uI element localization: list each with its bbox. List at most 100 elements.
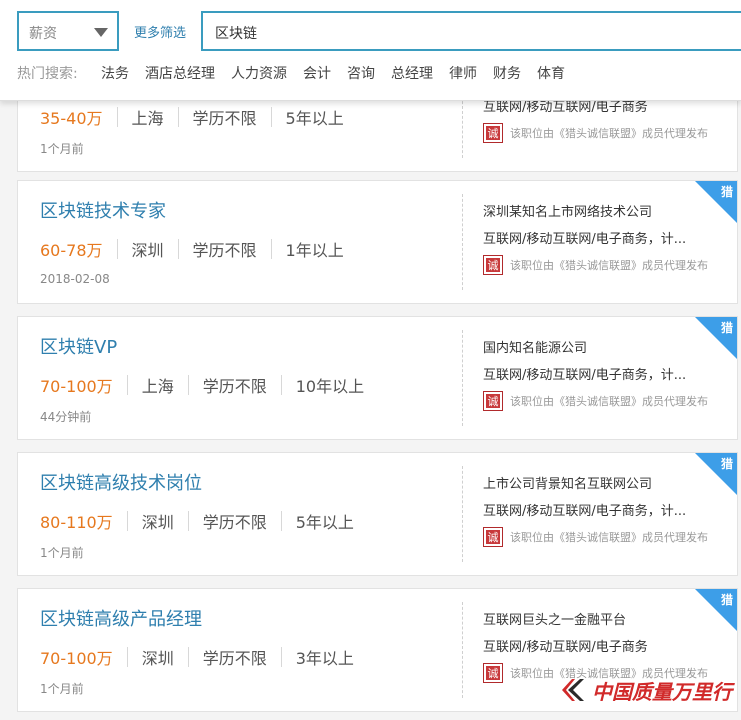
hot-search-item[interactable]: 咨询 xyxy=(347,63,375,83)
job-industry: 互联网/移动互联网/电子商务 xyxy=(483,640,648,655)
job-company[interactable]: 上市公司背景知名互联网公司 xyxy=(483,473,652,492)
watermark-brand: 中国质量万里行 xyxy=(592,679,732,704)
job-salary: 60-78万 xyxy=(40,241,103,260)
job-city: 上海 xyxy=(131,109,164,128)
chevron-down-icon[interactable] xyxy=(94,28,108,37)
hot-search-label: 热门搜索: xyxy=(17,66,78,82)
job-salary: 80-110万 xyxy=(40,513,113,532)
agent-notice: 诚 该职位由《猎头诚信联盟》成员代理发布 xyxy=(483,255,708,275)
hot-search-item[interactable]: 会计 xyxy=(303,63,331,83)
headhunter-badge-label: 猎 xyxy=(720,457,733,471)
meta-divider xyxy=(187,511,189,531)
job-company[interactable]: 深圳某知名上市网络技术公司 xyxy=(483,201,652,220)
salary-select-value: 薪资 xyxy=(29,26,57,42)
more-filter-link[interactable]: 更多筛选 xyxy=(134,22,186,41)
hot-search-item[interactable]: 财务 xyxy=(493,63,521,83)
job-salary: 70-100万 xyxy=(40,377,113,396)
job-meta: 70-100万 上海 学历不限 10年以上 xyxy=(40,373,364,397)
job-experience: 3年以上 xyxy=(295,649,354,668)
job-education: 学历不限 xyxy=(192,241,257,260)
credit-seal-icon: 诚 xyxy=(483,255,503,275)
job-company[interactable]: 国内知名能源公司 xyxy=(483,337,587,356)
agent-notice: 诚 该职位由《猎头诚信联盟》成员代理发布 xyxy=(483,391,708,411)
agent-text: 该职位由《猎头诚信联盟》成员代理发布 xyxy=(510,531,708,544)
job-salary: 70-100万 xyxy=(40,649,113,668)
card-divider xyxy=(462,602,464,698)
job-card[interactable]: 区块链高级技术岗位 80-110万 深圳 学历不限 5年以上 1个月前 上市公司… xyxy=(17,452,738,576)
job-title[interactable]: 区块链技术专家 xyxy=(40,197,166,223)
job-title[interactable]: 区块链VP xyxy=(40,333,117,359)
job-education: 学历不限 xyxy=(192,109,257,128)
headhunter-badge-label: 猎 xyxy=(720,321,733,335)
meta-divider xyxy=(280,375,282,395)
meta-divider xyxy=(280,647,282,667)
meta-divider xyxy=(116,239,118,259)
meta-divider xyxy=(126,647,128,667)
credit-seal-icon: 诚 xyxy=(483,391,503,411)
job-city: 深圳 xyxy=(141,649,174,668)
job-post-time: 2018-02-08 xyxy=(40,272,110,286)
brand-logo-icon xyxy=(560,675,590,705)
meta-divider xyxy=(177,107,179,127)
job-card[interactable]: 区块链VP 70-100万 上海 学历不限 10年以上 44分钟前 国内知名能源… xyxy=(17,316,738,440)
job-education: 学历不限 xyxy=(202,513,267,532)
job-meta: 70-100万 深圳 学历不限 3年以上 xyxy=(40,645,354,669)
credit-seal-icon: 诚 xyxy=(483,663,503,683)
agent-text: 该职位由《猎头诚信联盟》成员代理发布 xyxy=(510,127,708,140)
job-post-time: 1个月前 xyxy=(40,142,84,156)
job-city: 深圳 xyxy=(131,241,164,260)
search-input-value: 区块链 xyxy=(215,26,257,42)
hot-search-item[interactable]: 总经理 xyxy=(391,63,433,83)
salary-select[interactable]: 薪资 xyxy=(17,11,119,51)
search-input[interactable]: 区块链 xyxy=(201,11,741,51)
hot-search-item[interactable]: 律师 xyxy=(449,63,477,83)
job-city: 上海 xyxy=(141,377,174,396)
job-industry: 互联网/移动互联网/电子商务，计... xyxy=(483,368,687,383)
job-education: 学历不限 xyxy=(202,649,267,668)
agent-notice: 诚 该职位由《猎头诚信联盟》成员代理发布 xyxy=(483,527,708,547)
search-bar: 薪资 更多筛选 区块链 热门搜索: 法务 酒店总经理 人力资源 会计 咨询 总经… xyxy=(0,0,741,101)
job-card[interactable]: 区块链技术专家 60-78万 深圳 学历不限 1年以上 2018-02-08 深… xyxy=(17,180,738,304)
job-meta: 35-40万 上海 学历不限 5年以上 xyxy=(40,105,344,129)
hot-search-list: 法务 酒店总经理 人力资源 会计 咨询 总经理 律师 财务 体育 xyxy=(101,63,565,83)
job-experience: 10年以上 xyxy=(295,377,365,396)
watermark: 中国质量万里行 xyxy=(560,675,732,705)
job-salary: 35-40万 xyxy=(40,109,103,128)
job-title[interactable]: 区块链高级技术岗位 xyxy=(40,469,202,495)
job-company[interactable]: 互联网巨头之一金融平台 xyxy=(483,609,626,628)
credit-seal-icon: 诚 xyxy=(483,123,503,143)
job-city: 深圳 xyxy=(141,513,174,532)
hot-search-item[interactable]: 法务 xyxy=(101,63,129,83)
job-post-time: 1个月前 xyxy=(40,546,84,560)
job-industry: 互联网/移动互联网/电子商务，计... xyxy=(483,232,687,247)
meta-divider xyxy=(270,239,272,259)
headhunter-badge-label: 猎 xyxy=(720,593,733,607)
hot-search-item[interactable]: 酒店总经理 xyxy=(145,63,215,83)
meta-divider xyxy=(116,107,118,127)
meta-divider xyxy=(177,239,179,259)
hot-search-item[interactable]: 体育 xyxy=(537,63,565,83)
headhunter-badge-label: 猎 xyxy=(720,185,733,199)
agent-text: 该职位由《猎头诚信联盟》成员代理发布 xyxy=(510,259,708,272)
job-post-time: 44分钟前 xyxy=(40,410,92,424)
job-industry: 互联网/移动互联网/电子商务，计... xyxy=(483,504,687,519)
job-education: 学历不限 xyxy=(202,377,267,396)
meta-divider xyxy=(270,107,272,127)
job-experience: 5年以上 xyxy=(285,109,344,128)
job-experience: 5年以上 xyxy=(295,513,354,532)
job-meta: 60-78万 深圳 学历不限 1年以上 xyxy=(40,237,344,261)
credit-seal-icon: 诚 xyxy=(483,527,503,547)
card-divider xyxy=(462,330,464,426)
card-divider xyxy=(462,194,464,290)
meta-divider xyxy=(126,375,128,395)
meta-divider xyxy=(187,375,189,395)
agent-notice: 诚 该职位由《猎头诚信联盟》成员代理发布 xyxy=(483,123,708,143)
job-title[interactable]: 区块链高级产品经理 xyxy=(40,605,202,631)
meta-divider xyxy=(280,511,282,531)
meta-divider xyxy=(187,647,189,667)
hot-search-item[interactable]: 人力资源 xyxy=(231,63,287,83)
job-post-time: 1个月前 xyxy=(40,682,84,696)
job-experience: 1年以上 xyxy=(285,241,344,260)
agent-text: 该职位由《猎头诚信联盟》成员代理发布 xyxy=(510,395,708,408)
meta-divider xyxy=(126,511,128,531)
